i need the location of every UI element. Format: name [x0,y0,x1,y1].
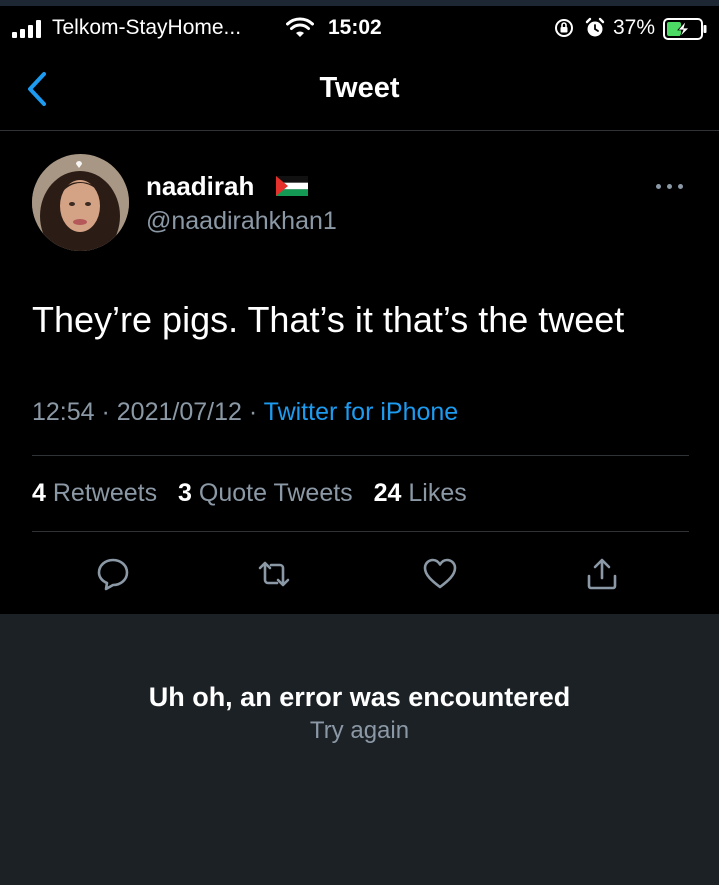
quote-tweets-stat[interactable]: 3 Quote Tweets [178,479,353,507]
retweets-stat[interactable]: 4 Retweets [32,479,157,507]
likes-count: 24 [373,479,402,507]
tweet-source-link[interactable]: Twitter for iPhone [264,398,459,426]
likes-stat[interactable]: 24 Likes [374,479,467,507]
error-panel: Uh oh, an error was encountered Try agai… [0,614,719,885]
status-bar: Telkom-StayHome... 15:02 37% [0,6,719,48]
avatar[interactable] [32,154,129,251]
battery-charging-icon [663,18,707,40]
retweets-label: Retweets [52,479,158,507]
quotes-count: 3 [178,479,192,507]
carrier-name: Telkom-StayHome... [52,16,242,39]
likes-label: Likes [408,479,467,507]
divider [32,531,689,532]
meta-separator: · [94,398,117,426]
like-icon[interactable] [422,556,458,592]
tweet-meta: 12:54 · 2021/07/12 · Twitter for iPhone [32,398,458,427]
meta-separator: · [241,398,264,426]
share-icon[interactable] [584,556,620,592]
reply-icon[interactable] [95,556,131,592]
quotes-label: Quote Tweets [198,479,353,507]
tweet-time: 12:54 [32,398,95,426]
nav-bar: Tweet [0,48,719,131]
try-again-link[interactable]: Try again [0,717,719,745]
signal-icon [12,20,46,38]
divider [32,455,689,456]
tweet-date: 2021/07/12 [116,398,242,426]
tweet-text: They’re pigs. That’s it that’s the tweet [32,299,625,340]
palestine-flag-icon [276,176,308,196]
alarm-icon [585,17,605,37]
battery-percent: 37% [613,16,656,39]
clock-time: 15:02 [328,16,382,39]
retweet-icon[interactable] [256,556,292,592]
error-message: Uh oh, an error was encountered [148,682,571,712]
page-title: Tweet [319,72,400,104]
wifi-icon [286,17,314,37]
user-handle[interactable]: @naadirahkhan1 [146,207,337,236]
display-name[interactable]: naadirah [146,171,254,202]
orientation-lock-icon [555,19,573,37]
more-options-icon[interactable] [656,181,686,193]
tweet-stats: 4 Retweets 3 Quote Tweets 24 Likes [32,479,481,508]
retweets-count: 4 [32,479,46,507]
